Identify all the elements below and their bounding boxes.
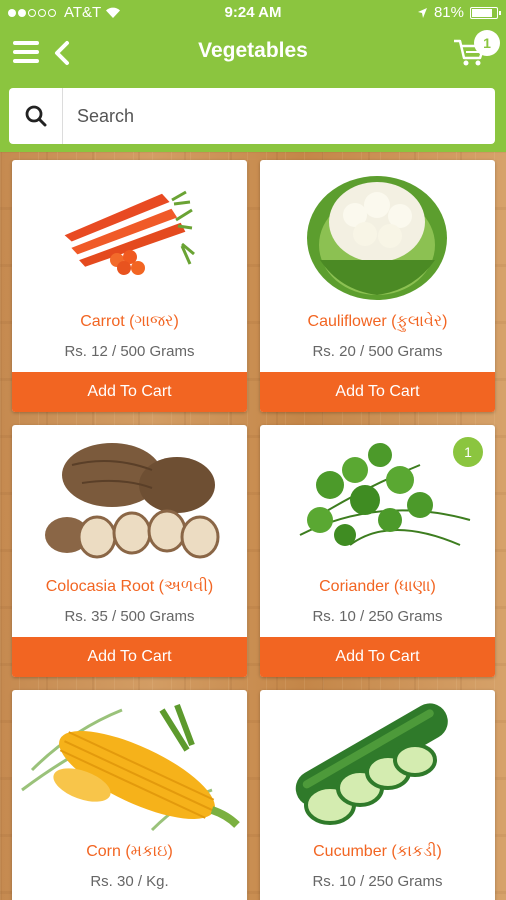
add-to-cart-button[interactable]: Add To Cart (260, 637, 495, 677)
product-price: Rs. 20 / 500 Grams (312, 343, 443, 360)
product-card[interactable]: Cauliflower (ફુલાવેર) Rs. 20 / 500 Grams… (260, 160, 495, 412)
cucumber-image (295, 703, 448, 825)
product-name[interactable]: Cauliflower (ફુલાવેર) (260, 313, 495, 331)
product-name[interactable]: Coriander (ધાણા) (260, 578, 495, 596)
search-bar (0, 80, 506, 152)
app-bar: Vegetables 1 (0, 26, 506, 80)
add-to-cart-button[interactable]: Add To Cart (260, 372, 495, 412)
product-card[interactable]: 1 Coriander (ધાણા) Rs. 10 / 250 Grams Ad… (260, 425, 495, 677)
product-price: Rs. 10 / 250 Grams (312, 608, 443, 625)
search-icon[interactable] (9, 88, 63, 144)
product-name[interactable]: Colocasia Root (અળવી) (12, 578, 247, 596)
corn-image (21, 703, 240, 832)
product-price: Rs. 12 / 500 Grams (64, 343, 195, 360)
page-title: Vegetables (198, 39, 308, 62)
product-name[interactable]: Carrot (ગાજર) (12, 313, 247, 331)
product-card[interactable]: Corn (મકાઇ) Rs. 30 / Kg. (12, 690, 247, 900)
add-to-cart-button[interactable]: Add To Cart (12, 637, 247, 677)
search-box (9, 88, 495, 144)
cauliflower-image (307, 176, 447, 300)
add-to-cart-button[interactable]: Add To Cart (12, 372, 247, 412)
product-price: Rs. 30 / Kg. (90, 873, 169, 890)
carrot-image (64, 190, 195, 275)
product-price: Rs. 10 / 250 Grams (312, 873, 443, 890)
product-card[interactable]: Cucumber (કાકડી) Rs. 10 / 250 Grams (260, 690, 495, 900)
product-card[interactable]: Colocasia Root (અળવી) Rs. 35 / 500 Grams… (12, 425, 247, 677)
status-right: 81% (417, 4, 501, 21)
cart-count-badge[interactable]: 1 (474, 30, 500, 56)
product-card[interactable]: Carrot (ગાજર) Rs. 12 / 500 Grams Add To … (12, 160, 247, 412)
search-input[interactable] (77, 105, 477, 127)
location-arrow-icon (417, 7, 427, 18)
in-cart-quantity-badge: 1 (453, 437, 483, 467)
battery-percent: 81% (433, 4, 464, 21)
product-price: Rs. 35 / 500 Grams (64, 608, 195, 625)
colocasia-root-image (45, 443, 220, 559)
battery-icon (470, 6, 501, 19)
status-bar: AT&T 9:24 AM 81% (0, 0, 506, 26)
product-name[interactable]: Corn (મકાઇ) (12, 843, 247, 861)
product-name[interactable]: Cucumber (કાકડી) (260, 843, 495, 861)
